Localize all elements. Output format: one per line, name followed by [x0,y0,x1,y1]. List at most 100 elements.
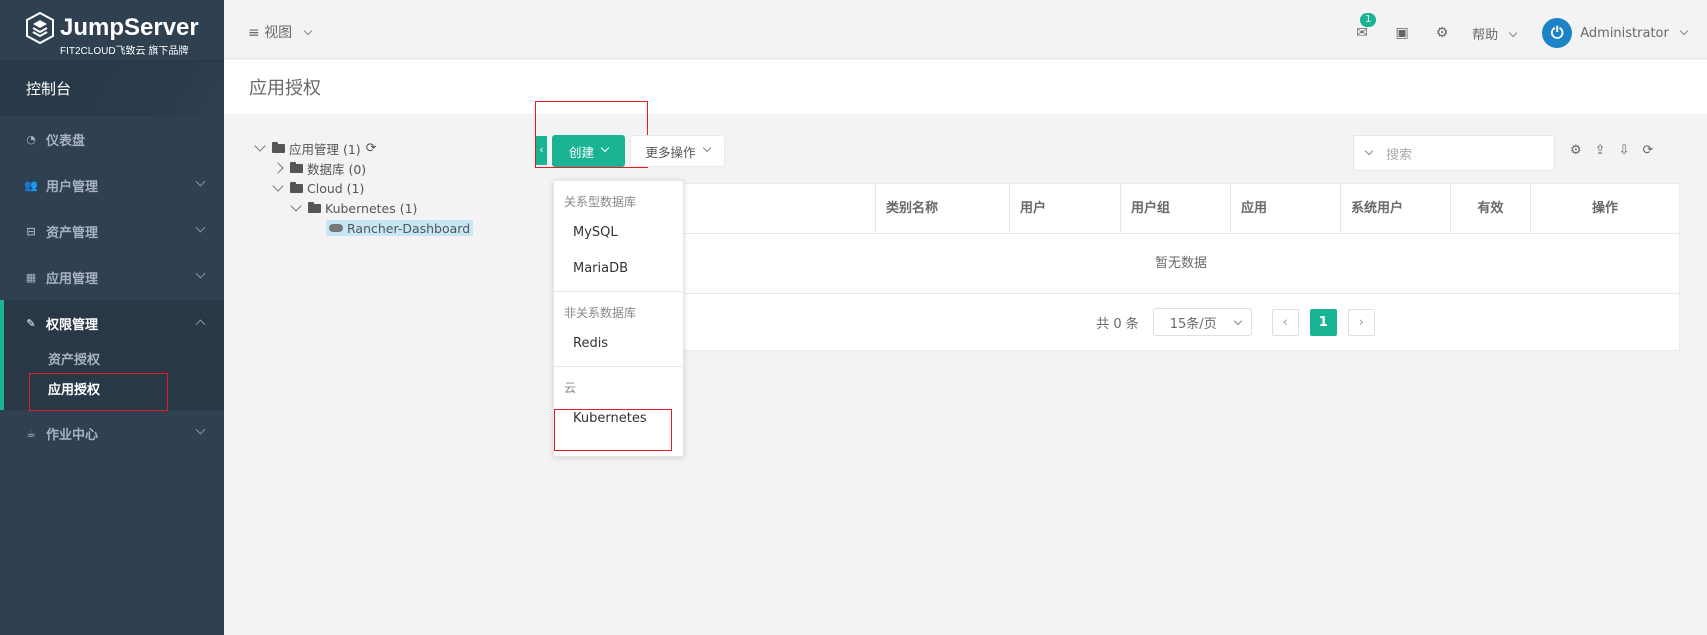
page-size-select[interactable]: 15条/页 [1152,308,1252,336]
sidebar: JumpServer FIT2CLOUD飞致云 旗下品牌 控制台 ◔ 仪表盘 👥… [0,0,224,635]
grid-icon: ▦ [25,270,37,284]
empty-state: 暂无数据 [683,234,1679,294]
column-header[interactable]: 有效 [1450,184,1530,233]
help-menu[interactable]: 帮助 [1472,24,1518,43]
view-menu-button[interactable]: ≡ 视图 [248,22,312,42]
upload-icon[interactable]: ⇪ [1595,143,1606,158]
column-header[interactable]: 应用 [1230,184,1340,233]
chevron-down-icon[interactable] [1364,146,1374,156]
sidebar-item-users[interactable]: 👥 用户管理 [0,162,224,208]
page-size-value: 15条/页 [1169,316,1217,332]
column-header: 操作 [1530,184,1679,233]
collapse-icon[interactable] [272,162,284,174]
prev-page-button[interactable]: ‹ [1271,308,1299,336]
view-label: 视图 [264,25,293,41]
chevron-down-icon [702,143,711,153]
tree-node-label: Cloud (1) [307,180,365,196]
page-title: 应用授权 [249,78,321,99]
tree-node-root[interactable]: 应用管理 (1) ⟳ [254,138,473,158]
page-button-1[interactable]: 1 [1309,308,1337,336]
chevron-down-icon [195,268,206,279]
sidebar-item-permissions[interactable]: ✎ 权限管理 [0,300,224,346]
chevron-down-icon [1679,26,1689,35]
brand-name: JumpServer [60,14,199,41]
expand-icon[interactable] [254,140,266,152]
sidebar-item-jobs[interactable]: ☕ 作业中心 [0,410,224,456]
dropdown-item-redis[interactable]: Redis [554,326,683,362]
sidebar-item-label: 权限管理 [46,317,99,333]
column-header[interactable]: 系统用户 [1340,184,1450,233]
mail-button[interactable]: ✉ 1 [1352,13,1377,41]
tree-node-database[interactable]: 数据库 (0) [256,158,473,178]
more-actions-button[interactable]: 更多操作 [630,135,725,167]
pagination: 共 0 条 15条/页 ‹ 1 › [683,294,1679,350]
sidebar-item-applications[interactable]: ▦ 应用管理 [0,254,224,300]
tree-node-cloud[interactable]: Cloud (1) [256,178,473,198]
topbar: ≡ 视图 ✉ 1 ▣ ⚙ 帮助 ⏻ Administrator [224,0,1707,59]
console-label[interactable]: 控制台 [0,60,224,116]
dropdown-group-cloud: 云 [564,381,577,395]
sidebar-item-label: 用户管理 [46,179,99,195]
hamburger-icon: ≡ [248,25,260,41]
tree-node-selected[interactable]: Rancher-Dashboard [326,220,474,236]
tree-node-label: 数据库 (0) [307,161,367,177]
refresh-icon[interactable]: ⟳ [1642,143,1653,158]
highlight-box-app-permission [29,373,168,411]
sidebar-subitem-asset-permission[interactable]: 资产授权 [4,346,224,376]
sidebar-item-label: 仪表盘 [46,133,86,149]
next-page-button[interactable]: › [1347,308,1375,336]
search-placeholder: 搜索 [1386,147,1413,163]
dropdown-divider [554,291,683,292]
sidebar-item-label: 应用管理 [46,271,99,287]
folder-open-icon [272,141,285,153]
gear-icon: ⚙ [1435,25,1449,41]
table-tools: ⚙ ⇪ ⇩ ⟳ [1570,143,1653,158]
page-header: 应用授权 [224,60,1707,114]
folder-icon [290,161,303,173]
tree-node-kubernetes[interactable]: Kubernetes (1) [256,198,473,218]
tree-node-rancher[interactable]: Rancher-Dashboard [256,218,474,238]
terminal-button[interactable]: ▣ [1392,25,1412,41]
search-input[interactable]: 搜索 [1353,135,1555,171]
help-label: 帮助 [1472,27,1499,43]
column-header[interactable]: 用户组 [1120,184,1230,233]
chevron-down-icon [303,26,312,36]
user-name: Administrator [1580,25,1669,41]
dropdown-item-mysql[interactable]: MySQL [554,215,683,251]
sidebar-item-assets[interactable]: ⊟ 资产管理 [0,208,224,254]
users-icon: 👥 [24,178,38,192]
tree-node-label: 应用管理 (1) [289,141,361,157]
avatar[interactable]: ⏻ [1542,18,1573,48]
power-icon: ⏻ [1550,23,1564,42]
chevron-down-icon [195,176,206,187]
tree-node-label: Rancher-Dashboard [347,220,471,236]
download-icon[interactable]: ⇩ [1619,143,1630,158]
column-header[interactable]: 类别名称 [875,184,1009,233]
column-header[interactable] [683,184,875,233]
refresh-icon[interactable]: ⟳ [366,141,377,156]
dropdown-divider [554,366,683,367]
permission-table: 类别名称 用户 用户组 应用 系统用户 有效 操作 暂无数据 共 0 条 15条… [682,183,1680,351]
sidebar-item-dashboard[interactable]: ◔ 仪表盘 [0,116,224,162]
gear-icon[interactable]: ⚙ [1570,143,1582,158]
dropdown-group-relational: 关系型数据库 [564,195,637,209]
mail-icon: ✉ [1356,25,1368,41]
tree-node-label: Kubernetes (1) [325,200,418,216]
terminal-icon: ▣ [1395,25,1409,41]
dropdown-item-mariadb[interactable]: MariaDB [554,251,683,287]
app-tree: 应用管理 (1) ⟳ 数据库 (0) Cloud (1) Kubernetes … [254,138,474,238]
more-actions-label: 更多操作 [645,144,696,160]
user-menu[interactable]: Administrator [1580,25,1689,41]
expand-icon[interactable] [272,180,284,192]
chevron-down-icon [195,424,206,435]
highlight-box-kubernetes [554,409,672,451]
column-header[interactable]: 用户 [1009,184,1120,233]
folder-open-icon [290,181,303,193]
expand-icon[interactable] [290,200,302,212]
dashboard-icon: ◔ [26,132,36,146]
settings-button[interactable]: ⚙ [1432,25,1452,41]
edit-icon: ✎ [26,316,36,330]
logo[interactable]: JumpServer FIT2CLOUD飞致云 旗下品牌 [0,0,224,60]
table-header: 类别名称 用户 用户组 应用 系统用户 有效 操作 [683,184,1679,234]
chevron-down-icon [1233,316,1243,326]
